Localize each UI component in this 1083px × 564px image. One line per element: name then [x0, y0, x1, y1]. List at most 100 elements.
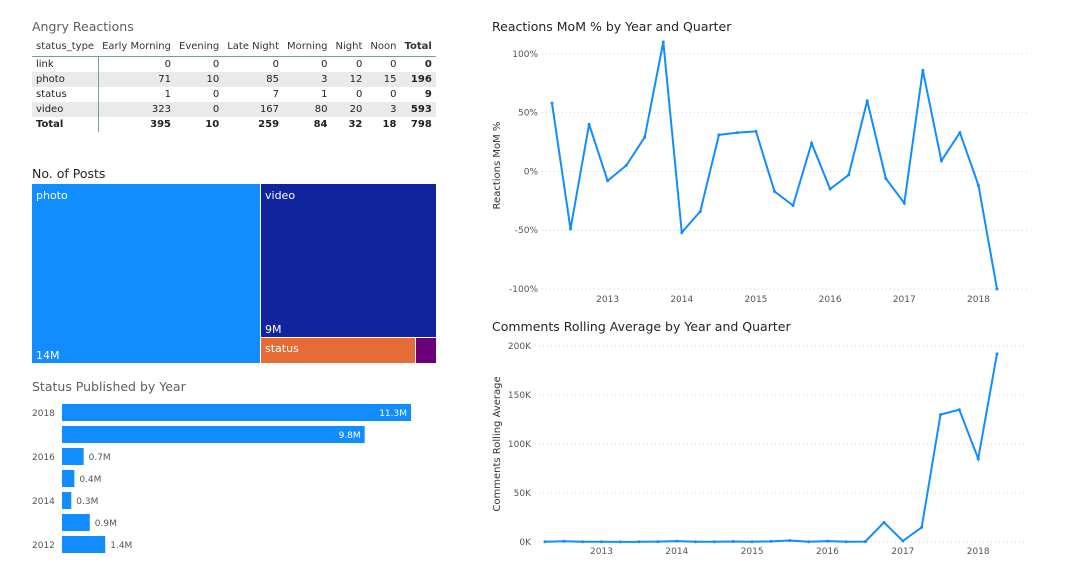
bar-2016[interactable]	[62, 448, 84, 465]
data-point[interactable]	[901, 539, 905, 543]
matrix-header-2[interactable]: Evening	[175, 37, 224, 57]
bar-2012[interactable]	[62, 536, 106, 553]
data-point[interactable]	[713, 540, 716, 544]
treemap-tile-video-value: 9M	[265, 323, 282, 336]
data-point[interactable]	[694, 540, 698, 544]
matrix-header-1[interactable]: Early Morning	[98, 37, 175, 57]
matrix-cell: 196	[400, 72, 436, 87]
series-line[interactable]	[551, 41, 998, 290]
data-point[interactable]	[995, 287, 999, 291]
data-point[interactable]	[569, 227, 573, 231]
data-point[interactable]	[791, 203, 795, 207]
bar-year-tick: 2016	[32, 453, 55, 463]
treemap-tile-status-label: status	[265, 342, 299, 355]
data-point[interactable]	[731, 540, 735, 544]
data-point[interactable]	[750, 540, 754, 544]
data-point[interactable]	[958, 131, 962, 135]
matrix-cell: 1	[321, 89, 328, 100]
matrix-header-7[interactable]: Total	[400, 37, 436, 57]
data-point[interactable]	[788, 539, 792, 543]
bar-value-label: 11.3M	[379, 409, 407, 419]
data-point[interactable]	[807, 540, 811, 544]
data-point[interactable]	[637, 540, 641, 544]
data-point[interactable]	[600, 540, 603, 544]
bar-2018[interactable]	[62, 404, 411, 421]
bar-2017[interactable]	[62, 426, 365, 443]
matrix-cell: 593	[400, 102, 436, 117]
matrix-header-4[interactable]: Morning	[283, 37, 332, 57]
y-tick-label: -50%	[515, 226, 539, 236]
data-point[interactable]	[976, 183, 980, 187]
treemap-tile-photo-value: 14M	[36, 349, 60, 362]
data-point[interactable]	[995, 352, 999, 356]
data-point[interactable]	[957, 408, 961, 412]
data-point[interactable]	[769, 539, 773, 543]
data-point[interactable]	[606, 179, 610, 183]
data-point[interactable]	[543, 540, 547, 544]
data-point[interactable]	[882, 520, 886, 524]
data-point[interactable]	[865, 99, 869, 103]
data-point[interactable]	[826, 539, 829, 543]
data-point[interactable]	[643, 135, 647, 139]
matrix-cell: 12	[331, 72, 367, 87]
data-point[interactable]	[921, 68, 925, 72]
matrix-cell: 0	[321, 59, 328, 70]
data-point[interactable]	[844, 540, 848, 544]
data-point[interactable]	[618, 540, 622, 544]
data-point[interactable]	[939, 413, 942, 417]
data-point[interactable]	[661, 40, 665, 44]
data-point[interactable]	[902, 201, 906, 205]
x-tick-label: 2018	[967, 547, 990, 557]
matrix-row: link 0 0 0 0 0 0 0	[32, 56, 436, 72]
matrix-cell: 18	[382, 119, 397, 130]
matrix-header-5[interactable]: Night	[331, 37, 367, 57]
data-point[interactable]	[884, 176, 888, 180]
data-point[interactable]	[587, 122, 591, 126]
data-point[interactable]	[698, 209, 702, 213]
data-point[interactable]	[680, 231, 684, 235]
data-point[interactable]	[581, 540, 585, 544]
matrix-header-3[interactable]: Late Night	[223, 37, 284, 57]
data-point[interactable]	[773, 189, 776, 193]
bar-2014[interactable]	[62, 492, 72, 509]
x-tick-label: 2014	[670, 295, 693, 305]
status-by-year-bar-chart: 11.3M 2018 9.8M 0.7M 2016 0.4M 0.3M 2014 0.9M 1.4…	[32, 404, 411, 553]
data-point[interactable]	[976, 457, 980, 461]
matrix-header-6[interactable]: Noon	[366, 37, 401, 57]
data-point[interactable]	[675, 539, 679, 543]
matrix-cell: 85	[223, 72, 284, 87]
x-tick-label: 2013	[596, 295, 619, 305]
data-point[interactable]	[939, 159, 943, 163]
data-point[interactable]	[562, 539, 566, 543]
treemap-tile-video-label: video	[265, 189, 295, 202]
data-point[interactable]	[847, 173, 851, 177]
bar-2013[interactable]	[62, 514, 90, 531]
x-tick-label: 2015	[745, 295, 768, 305]
data-point[interactable]	[717, 133, 721, 137]
data-point[interactable]	[550, 101, 554, 105]
data-point[interactable]	[624, 164, 628, 167]
treemap-tile-link[interactable]	[416, 338, 436, 363]
data-point[interactable]	[863, 540, 867, 544]
data-point[interactable]	[810, 141, 814, 145]
y-tick-label: 50%	[518, 109, 538, 119]
matrix-cell: 32	[348, 119, 363, 130]
treemap-tile-video[interactable]	[261, 184, 436, 337]
treemap-title: No. of Posts	[32, 166, 106, 181]
matrix-header-0[interactable]: status_type	[32, 37, 99, 57]
y-tick-label: 200K	[508, 342, 532, 352]
data-point[interactable]	[735, 131, 739, 135]
matrix-row: photo 71 10 85 3 12 15 196	[32, 72, 436, 87]
bar-2015[interactable]	[62, 470, 75, 487]
data-point[interactable]	[828, 187, 832, 191]
matrix-title: Angry Reactions	[32, 19, 134, 34]
matrix-cell: 0	[175, 102, 224, 117]
matrix-cell: 1	[164, 89, 171, 100]
data-point[interactable]	[754, 129, 758, 133]
data-point[interactable]	[656, 540, 660, 544]
series-line[interactable]	[544, 353, 998, 543]
matrix-cell: 323	[98, 102, 175, 117]
data-point[interactable]	[920, 525, 924, 529]
matrix-header-row: status_type Early Morning Evening Late Nigh…	[32, 37, 436, 57]
treemap-tile-photo[interactable]	[32, 184, 260, 363]
